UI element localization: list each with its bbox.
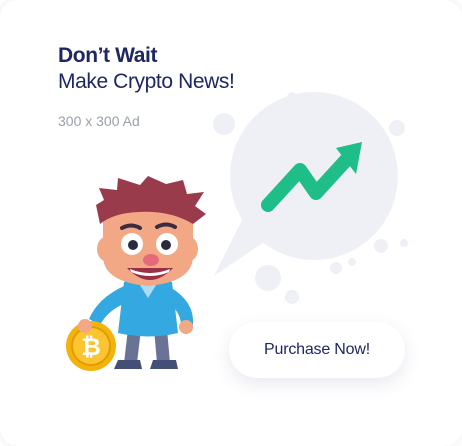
coin-symbol: ₿	[81, 333, 101, 361]
bitcoin-coin-icon: ₿	[66, 319, 116, 371]
purchase-now-button[interactable]: Purchase Now!	[229, 322, 405, 378]
ad-card: Don’t Wait Make Crypto News! 300 x 300 A…	[0, 0, 462, 446]
ad-illustration: ₿	[66, 92, 408, 371]
